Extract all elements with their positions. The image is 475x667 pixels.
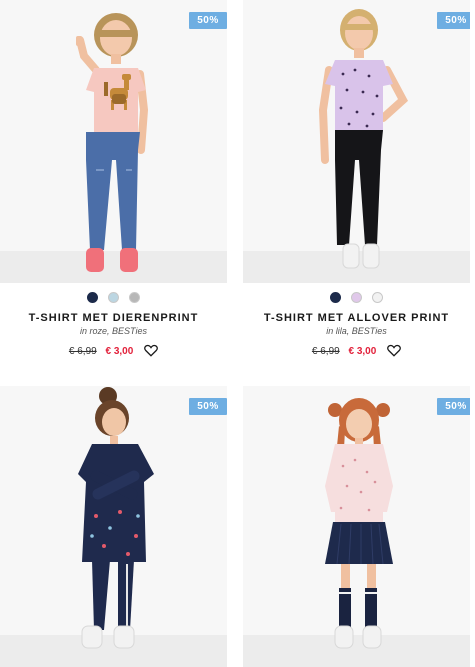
price-row: € 6,99 € 3,00 xyxy=(0,344,227,357)
product-title[interactable]: T-SHIRT MET DIERENPRINT xyxy=(0,312,227,324)
price-row: € 6,99 € 3,00 xyxy=(243,344,470,357)
product-photo xyxy=(325,398,393,649)
discount-badge: 50% xyxy=(189,398,227,415)
product-card[interactable]: 50% T-SHIRT MET ALLOVER PRINT in lila, B… xyxy=(243,0,470,380)
color-swatches xyxy=(243,292,470,303)
color-swatch-navy[interactable] xyxy=(330,292,341,303)
product-image[interactable]: 50% xyxy=(243,386,470,667)
sale-price: € 3,00 xyxy=(348,346,377,357)
heart-icon[interactable] xyxy=(387,344,401,357)
product-photo xyxy=(78,387,154,649)
product-image[interactable]: 50% xyxy=(0,386,227,667)
old-price: € 6,99 xyxy=(311,346,340,357)
product-card[interactable]: 50% xyxy=(0,386,227,667)
color-swatches xyxy=(0,292,227,303)
color-swatch-light-blue[interactable] xyxy=(108,292,119,303)
heart-icon[interactable] xyxy=(144,344,158,357)
product-grid: 50% T-SHIRT MET DIERENPRINT in roze, BES… xyxy=(0,0,475,667)
discount-badge: 50% xyxy=(437,12,470,29)
old-price: € 6,99 xyxy=(68,346,97,357)
color-swatch-navy[interactable] xyxy=(87,292,98,303)
product-photo xyxy=(76,13,149,272)
discount-badge: 50% xyxy=(437,398,470,415)
discount-badge: 50% xyxy=(189,12,227,29)
color-swatch-lilac[interactable] xyxy=(351,292,362,303)
product-title[interactable]: T-SHIRT MET ALLOVER PRINT xyxy=(243,312,470,324)
product-subtitle: in lila, BESTies xyxy=(326,326,387,336)
color-swatch-white[interactable] xyxy=(372,292,383,303)
product-subtitle: in roze, BESTies xyxy=(80,326,147,336)
sale-price: € 3,00 xyxy=(105,346,134,357)
color-swatch-grey[interactable] xyxy=(129,292,140,303)
product-card[interactable]: 50% xyxy=(243,386,470,667)
product-image[interactable]: 50% xyxy=(0,0,227,283)
product-photo xyxy=(318,9,409,269)
product-card[interactable]: 50% T-SHIRT MET DIERENPRINT in roze, BES… xyxy=(0,0,227,380)
product-image[interactable]: 50% xyxy=(243,0,470,283)
